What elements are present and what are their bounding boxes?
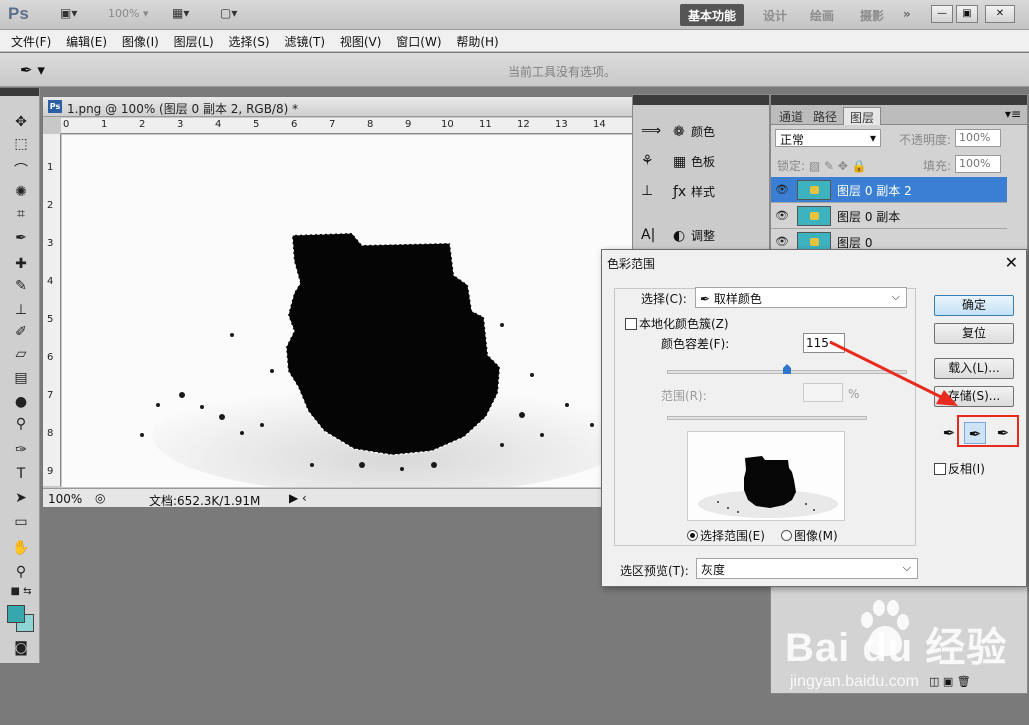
watermark-brand: Bai du 经验 bbox=[785, 626, 1008, 670]
watermark: Bai du 经验 jingyan.baidu.com bbox=[785, 615, 1008, 690]
arrow-head bbox=[936, 390, 958, 406]
arrow-shaft bbox=[829, 340, 944, 400]
watermark-url: jingyan.baidu.com bbox=[790, 673, 919, 690]
